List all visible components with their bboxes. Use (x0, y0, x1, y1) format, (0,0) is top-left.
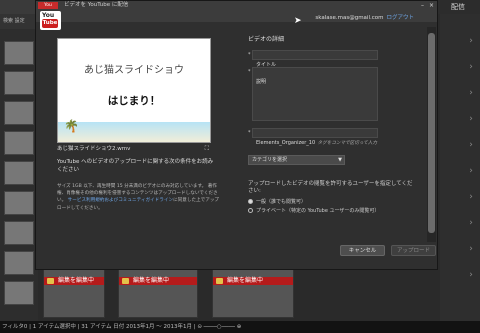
chevron-right-icon[interactable]: › (466, 244, 476, 254)
terms-body: サイズ 1GB 以下、再生時間 15 分未満のビデオにのみ対応しています。 著作… (57, 183, 219, 212)
youtube-logo: You Tube (40, 11, 61, 30)
terms-text-1: サイズ 1GB 以下、再生時間 15 分未満のビデオにのみ対応しています。 (57, 184, 207, 189)
youtube-upload-dialog: You ビデオを YouTube に配信 – × You Tube skalas… (35, 0, 438, 270)
app-window: 配信 検索 設定 › › › › › › › › › › 編集を編集中 編集を編… (0, 0, 480, 333)
beach-image (58, 122, 210, 142)
privacy-public-option[interactable]: 一般（誰でも閲覧可） (248, 198, 306, 205)
privacy-question: アップロードしたビデオの閲覧を許可するユーザーを指定してください: (248, 181, 413, 194)
user-email: skalase.mas@gmail.com (315, 15, 384, 21)
tags-hint: タグをコンマで区切って入力 (317, 141, 378, 146)
privacy-private-option[interactable]: プライベート（特定の YouTube ユーザーのみ閲覧可） (248, 207, 379, 214)
palm-tree-icon: 🌴 (64, 119, 79, 133)
tags-input[interactable]: Elements_Organizer_10 (252, 128, 378, 146)
status-bar: フィルタ0 | 1 アイテム選択中 | 31 アイテム 日付 2013年1月 ～… (0, 321, 480, 333)
required-marker: * (248, 69, 251, 75)
account-info: skalase.mas@gmail.com ログアウト (315, 13, 414, 21)
edit-status-label: 編集を編集中 (133, 277, 170, 284)
chevron-right-icon[interactable]: › (466, 88, 476, 98)
privacy-private-label: プライベート（特定の YouTube ユーザーのみ閲覧可） (256, 208, 380, 214)
video-info-title: ビデオの詳細 (248, 36, 285, 43)
preview-subtitle: はじまり！ (107, 95, 161, 107)
media-tile[interactable]: 編集を編集中 (43, 268, 105, 318)
media-tile[interactable]: 編集を編集中 (212, 268, 294, 318)
thumbnail[interactable] (4, 251, 34, 275)
chevron-right-icon[interactable]: › (466, 36, 476, 46)
preview-title: あじ猫スライドショウ (84, 65, 184, 76)
lock-icon (122, 278, 129, 284)
share-tab[interactable]: 配信 (436, 0, 480, 14)
title-input[interactable]: タイトル (252, 50, 378, 68)
category-select[interactable]: カテゴリを選択 ▼ (248, 155, 345, 165)
thumbnail[interactable] (4, 221, 34, 245)
thumbnail[interactable] (4, 71, 34, 95)
chevron-right-icon[interactable]: › (466, 114, 476, 124)
category-value: カテゴリを選択 (252, 157, 288, 163)
media-tile[interactable]: 編集を編集中 (118, 268, 198, 318)
video-filename: あじ猫スライドショウ2.wmv (57, 146, 131, 152)
logout-link[interactable]: ログアウト (386, 15, 414, 21)
scrollbar-thumb[interactable] (428, 33, 435, 233)
tags-value: Elements_Organizer_10 (256, 140, 316, 146)
chevron-right-icon[interactable]: › (466, 166, 476, 176)
chevron-right-icon[interactable]: › (466, 218, 476, 228)
cancel-button[interactable]: キャンセル (340, 245, 385, 256)
terms-heading: YouTube へのビデオのアップロードに関する次の条件をお読みください (57, 159, 214, 173)
fullscreen-icon[interactable]: ⛶ (205, 144, 209, 154)
chevron-right-icon[interactable]: › (466, 270, 476, 280)
required-marker: * (248, 130, 251, 136)
dialog-title-bar: You ビデオを YouTube に配信 – × (36, 1, 437, 10)
chevron-down-icon: ▼ (338, 157, 342, 163)
app-toolbar[interactable]: 検索 設定 (0, 14, 38, 29)
thumbnail[interactable] (4, 161, 34, 185)
youtube-logo-you: You (42, 12, 55, 19)
edit-status-label: 編集を編集中 (227, 277, 264, 284)
youtube-logo-tube: Tube (42, 19, 58, 28)
required-marker: * (248, 52, 251, 58)
chevron-right-icon[interactable]: › (466, 192, 476, 202)
thumbnail[interactable] (4, 281, 34, 305)
thumbnail[interactable] (4, 41, 34, 65)
video-preview[interactable]: あじ猫スライドショウ はじまり！ 🌴 (57, 38, 211, 143)
edit-status-banner: 編集を編集中 (119, 277, 197, 285)
upload-button[interactable]: アップロード (391, 245, 436, 256)
description-input[interactable]: 説明 (252, 67, 378, 121)
mouse-cursor-icon: ➤ (294, 16, 302, 26)
dialog-title: ビデオを YouTube に配信 (64, 2, 129, 8)
radio-unselected-icon[interactable] (248, 208, 253, 213)
privacy-public-label: 一般（誰でも閲覧可） (256, 199, 307, 205)
minimize-icon[interactable]: – (419, 2, 426, 9)
terms-link[interactable]: サービス利用規約およびコミュニティガイドライン (68, 198, 173, 203)
lock-icon (216, 278, 223, 284)
chevron-right-icon[interactable]: › (466, 62, 476, 72)
description-placeholder: 説明 (256, 79, 267, 85)
thumbnail[interactable] (4, 131, 34, 155)
close-icon[interactable]: × (428, 2, 435, 9)
video-filename-bar: あじ猫スライドショウ2.wmv ⛶ (57, 144, 211, 154)
thumbnail[interactable] (4, 101, 34, 125)
youtube-small-icon: You (38, 2, 58, 9)
edit-status-banner: 編集を編集中 (44, 277, 104, 285)
edit-status-label: 編集を編集中 (58, 277, 95, 284)
lock-icon (47, 278, 54, 284)
thumbnail[interactable] (4, 191, 34, 215)
edit-status-banner: 編集を編集中 (213, 277, 293, 285)
chevron-right-icon[interactable]: › (466, 140, 476, 150)
radio-selected-icon[interactable] (248, 199, 253, 204)
left-panel (0, 29, 38, 321)
